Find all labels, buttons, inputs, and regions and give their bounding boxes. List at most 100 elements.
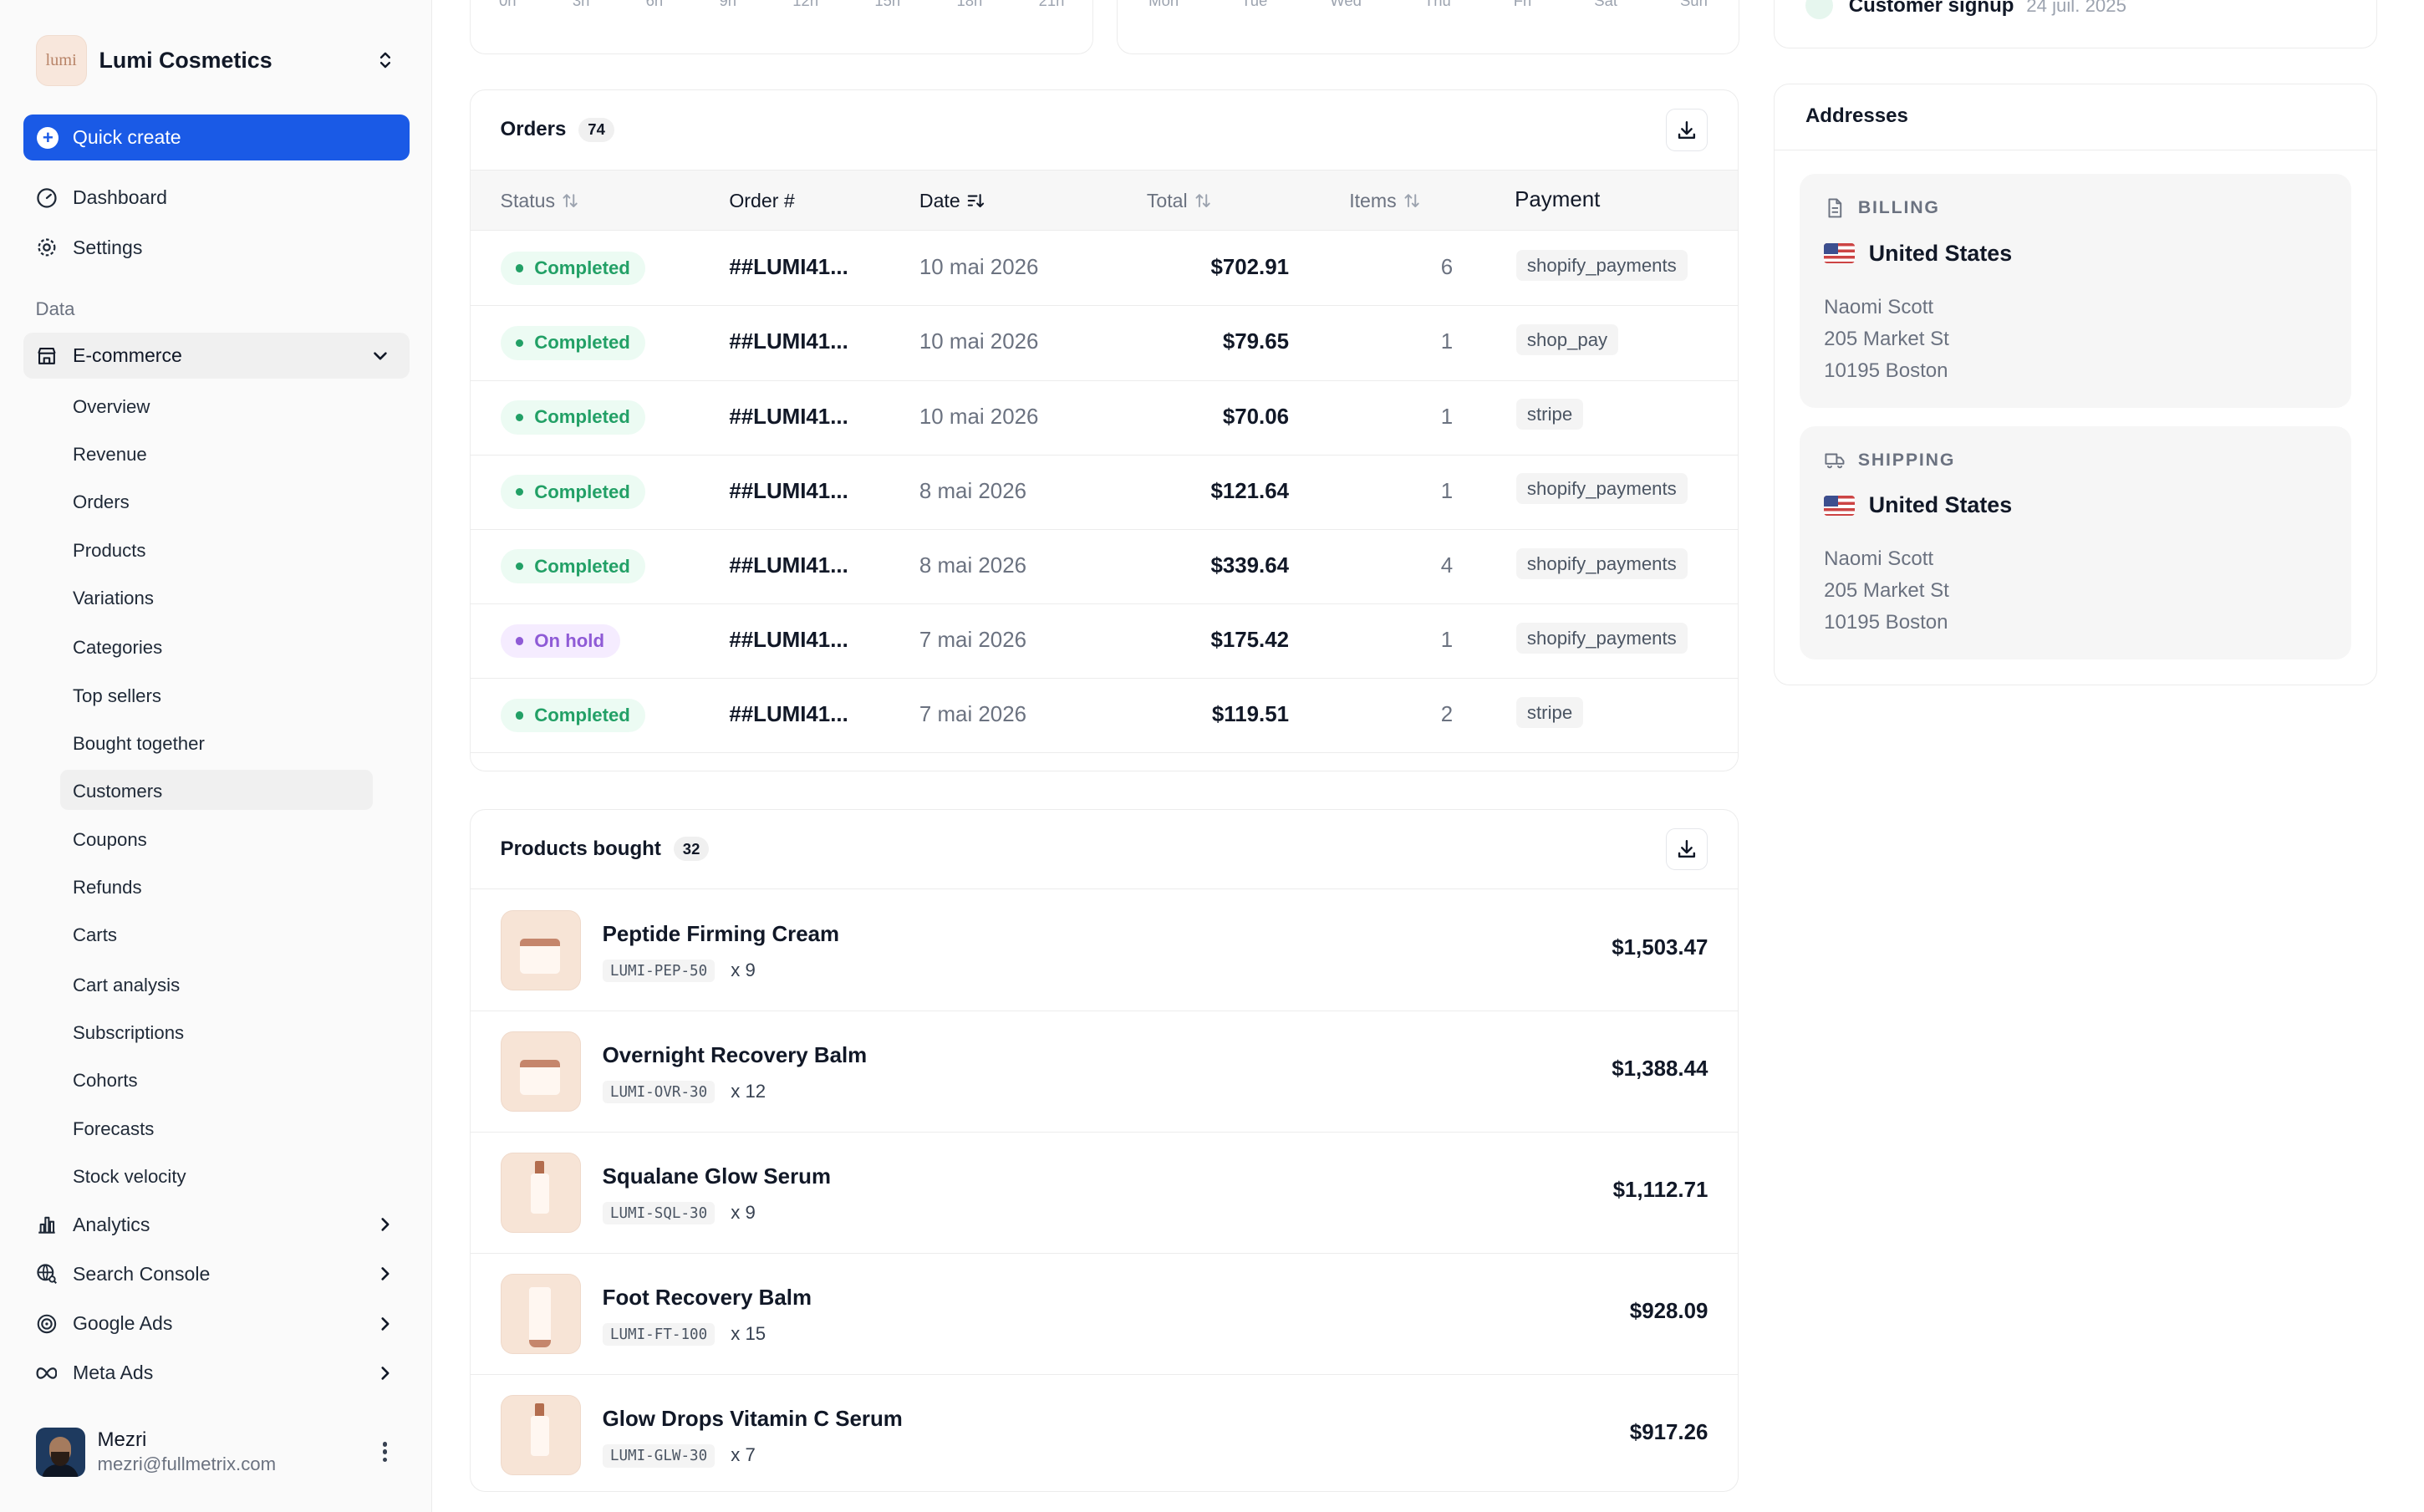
submenu-item-products[interactable]: Products [73,538,146,563]
submenu-item-subscriptions[interactable]: Subscriptions [73,1021,184,1046]
submenu-item-bought-together[interactable]: Bought together [73,731,205,756]
nav-google-ads-label: Google Ads [72,1312,173,1335]
submenu-item-revenue[interactable]: Revenue [73,442,147,467]
submenu-item-overview[interactable]: Overview [73,395,150,420]
list-item[interactable]: Peptide Firming Cream LUMI-PEP-50 x 9 $1,50… [471,890,1738,1012]
product-quantity: x 7 [731,1444,756,1466]
submenu-item-cohorts[interactable]: Cohorts [73,1068,138,1093]
status-dot [516,339,524,347]
status-badge: Completed [500,251,646,286]
addresses-card: Addresses BILLING United States Naomi Sc… [1773,83,2377,685]
axis-tick-label: Wed [1330,0,1362,10]
submenu-item-stock-velocity[interactable]: Stock velocity [73,1164,186,1189]
column-total[interactable]: Total [1147,190,1212,212]
table-row[interactable]: Completed ##LUMI41... 7 mai 2026 $119.51 2 st… [471,679,1738,754]
submenu-item-orders[interactable]: Orders [73,490,130,515]
order-items-count: 6 [1440,256,1454,280]
product-thumbnail [500,1394,581,1476]
axis-tick-label: 18h [956,0,983,10]
org-switcher[interactable]: lumi Lumi Cosmetics [35,34,415,87]
order-number-link[interactable]: ##LUMI41... [729,330,848,354]
status-dot [516,487,524,496]
list-item[interactable]: Squalane Glow Serum LUMI-SQL-30 x 9 $1,112.… [471,1133,1738,1255]
table-row[interactable]: Completed ##LUMI41... 10 mai 2026 $79.65 1 sh… [471,306,1738,381]
product-name[interactable]: Foot Recovery Balm [603,1286,812,1311]
org-name: Lumi Cosmetics [99,47,272,73]
nav-ecommerce[interactable]: E-commerce [23,332,410,379]
jar-image [519,939,560,975]
table-row[interactable]: On hold ##LUMI41... 7 mai 2026 $175.42 1 shop… [471,603,1738,680]
submenu-item-top-sellers[interactable]: Top sellers [73,684,161,709]
nav-search-console[interactable]: Search Console [36,1259,400,1290]
nav-dashboard[interactable]: Dashboard [36,182,167,213]
user-email: mezri@fullmetrix.com [97,1453,277,1475]
column-status[interactable]: Status [501,190,580,212]
shipping-city: 10195 Boston [1824,611,1948,634]
globe-search-icon [36,1264,57,1285]
list-item[interactable]: Foot Recovery Balm LUMI-FT-100 x 15 $928.09 [471,1254,1738,1376]
table-row[interactable]: Completed ##LUMI41... 8 mai 2026 $339.64 4 sh… [471,529,1738,605]
list-item[interactable]: Glow Drops Vitamin C Serum LUMI-GLW-30 x 7… [471,1375,1737,1491]
timeline-event-date: 24 juil. 2025 [2026,0,2126,16]
order-items-count: 1 [1440,629,1454,653]
product-name[interactable]: Squalane Glow Serum [603,1165,831,1189]
column-date[interactable]: Date [919,190,985,212]
product-sku: LUMI-PEP-50 [602,959,715,983]
product-name[interactable]: Overnight Recovery Balm [603,1044,868,1068]
shipping-country-name: United States [1868,492,2013,518]
column-order-number: Order # [729,190,794,212]
product-name[interactable]: Glow Drops Vitamin C Serum [603,1408,903,1432]
list-item[interactable]: Overnight Recovery Balm LUMI-OVR-30 x 12 $1… [471,1011,1738,1133]
status-text: Completed [534,257,630,279]
submenu-item-categories[interactable]: Categories [73,635,162,660]
table-row[interactable]: Completed ##LUMI41... 10 mai 2026 $702.91 6 s… [471,232,1738,307]
quick-create-button[interactable]: + Quick create [23,114,410,161]
nav-google-ads[interactable]: Google Ads [36,1308,400,1339]
order-number-link[interactable]: ##LUMI41... [729,405,848,430]
axis-tick-label: Tue [1241,0,1268,10]
submenu-item-variations[interactable]: Variations [73,586,154,611]
submenu-item-customers[interactable]: Customers [73,779,162,804]
billing-lines: Naomi Scott 205 Market St 10195 Boston [1824,292,1949,387]
gauge-icon [36,188,57,208]
column-order-number-label: Order # [729,189,795,211]
nav-settings-label: Settings [72,236,143,258]
table-row[interactable]: Completed ##LUMI41... 8 mai 2026 $121.64 1 sh… [471,455,1738,530]
products-download-button[interactable] [1666,827,1709,870]
nav-ecommerce-label: E-commerce [72,344,182,366]
submenu-item-carts[interactable]: Carts [73,923,117,948]
more-options-icon[interactable] [382,1442,388,1463]
status-badge: Completed [500,475,646,509]
orders-download-button[interactable] [1666,109,1709,151]
orders-header: Orders 74 [471,90,1738,171]
order-total: $339.64 [1210,553,1290,578]
order-number-link[interactable]: ##LUMI41... [729,629,848,653]
table-row[interactable]: Completed ##LUMI41... 10 mai 2026 $70.06 1 st… [471,380,1738,456]
nav-meta-ads[interactable]: Meta Ads [36,1357,400,1388]
billing-label: BILLING [1824,197,1940,219]
nav-analytics[interactable]: Analytics [36,1209,400,1240]
product-name[interactable]: Peptide Firming Cream [603,923,839,947]
submenu-item-coupons[interactable]: Coupons [73,827,147,853]
submenu-item-forecasts[interactable]: Forecasts [73,1117,154,1142]
axis-tick-label: Fri [1513,0,1532,10]
user-menu[interactable]: Mezri mezri@fullmetrix.com [35,1426,407,1479]
column-items[interactable]: Items [1349,190,1421,212]
order-number-link[interactable]: ##LUMI41... [729,554,848,578]
status-dot [516,637,524,645]
order-number-link[interactable]: ##LUMI41... [729,256,848,280]
quick-create-label: Quick create [72,126,181,149]
order-number-link[interactable]: ##LUMI41... [729,480,848,504]
order-total: $702.91 [1210,256,1290,280]
nav-settings[interactable]: Settings [36,232,143,263]
submenu-item-cart-analysis[interactable]: Cart analysis [73,973,180,998]
status-dot [516,563,524,571]
shipping-name: Naomi Scott [1824,547,1934,571]
product-quantity: x 9 [731,1202,756,1224]
order-number-link[interactable]: ##LUMI41... [729,703,848,727]
shipping-street: 205 Market St [1824,579,1949,603]
submenu-item-refunds[interactable]: Refunds [73,875,142,900]
column-items-label: Items [1349,189,1397,211]
status-dot [516,264,524,272]
section-label-data: Data [35,298,75,320]
